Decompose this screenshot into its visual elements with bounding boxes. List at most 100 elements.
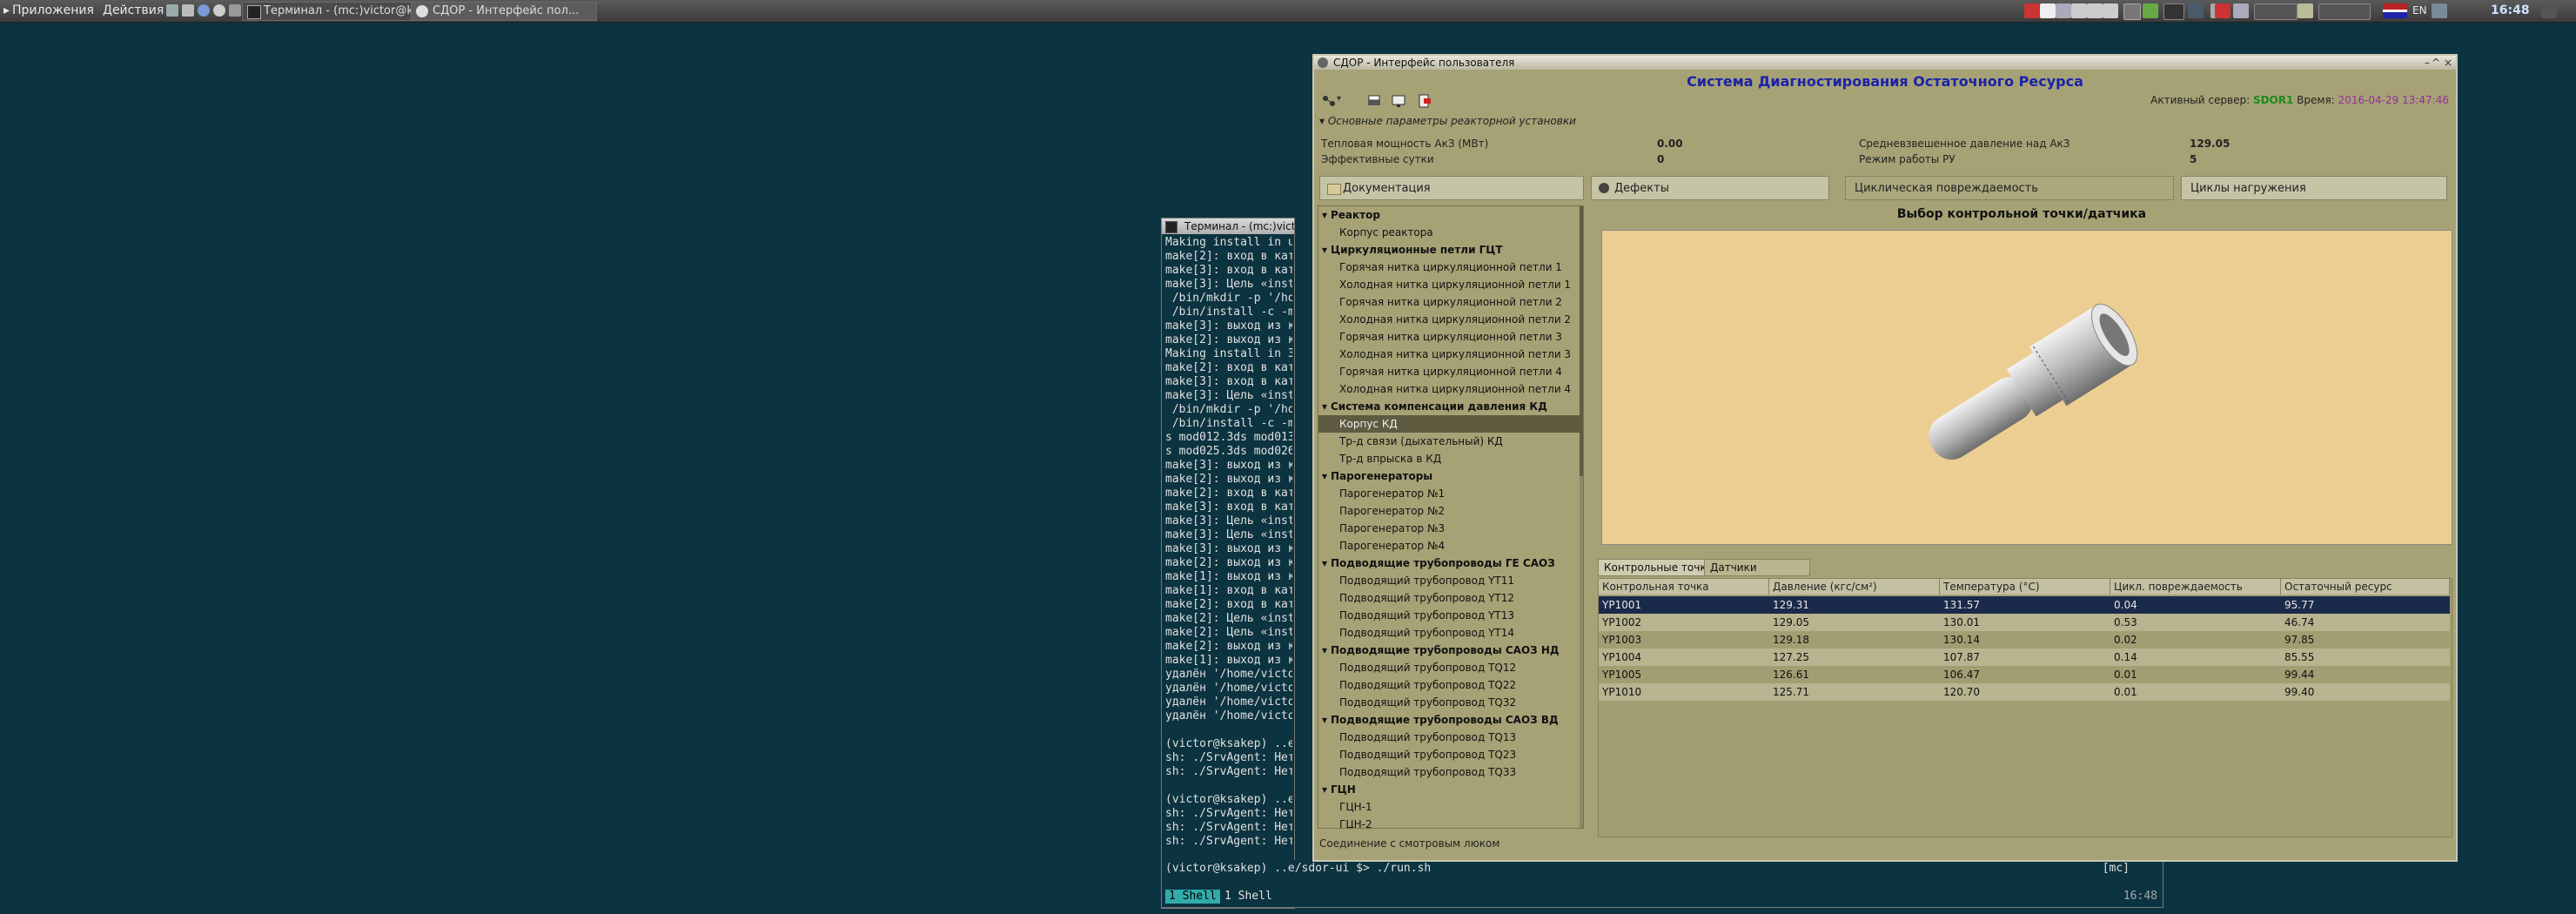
tree-item[interactable]: Холодная нитка циркуляционной петли 3 [1318, 346, 1580, 363]
tree-item[interactable]: ГЦН-1 [1318, 798, 1580, 816]
tray-net-icon[interactable] [2056, 3, 2071, 18]
col-header[interactable]: Температура (°С) [1940, 579, 2110, 595]
tree-item[interactable]: Горячая нитка циркуляционной петли 1 [1318, 259, 1580, 276]
tree-item[interactable]: Парогенератор №3 [1318, 520, 1580, 537]
tree-item[interactable]: Подводящий трубопровод YT11 [1318, 572, 1580, 589]
monitor-icon[interactable] [1391, 94, 1406, 108]
launcher-search-icon[interactable] [229, 4, 241, 17]
tree-item[interactable]: Подводящий трубопровод TQ33 [1318, 763, 1580, 781]
tree-group[interactable]: Подводящие трубопроводы САОЗ НД [1318, 642, 1580, 659]
tree-item[interactable]: Холодная нитка циркуляционной петли 1 [1318, 276, 1580, 293]
reactor-params-section[interactable]: ▾ Основные параметры реакторной установк… [1319, 115, 1576, 127]
tray-window-icon[interactable] [2123, 3, 2141, 20]
tray-disk-icon[interactable] [2071, 3, 2087, 18]
tray-clipboard-icon[interactable] [2103, 3, 2118, 18]
tree-item[interactable]: Подводящий трубопровод TQ23 [1318, 746, 1580, 763]
tab-defects[interactable]: Дефекты [1591, 176, 1829, 200]
subtab-sensors[interactable]: Датчики [1704, 559, 1810, 576]
tray-settings-icon[interactable] [2188, 3, 2204, 18]
tray-user-icon[interactable] [2432, 3, 2447, 18]
col-header[interactable]: Контрольная точка [1599, 579, 1769, 595]
exit-icon[interactable] [1417, 94, 1432, 108]
tray-leaf-icon[interactable] [2143, 3, 2158, 18]
keyboard-layout[interactable]: EN [2412, 4, 2427, 17]
table-row[interactable]: YP1005 126.61 106.47 0.01 99.44 [1599, 666, 2450, 683]
tree-item[interactable]: Корпус реактора [1318, 224, 1580, 241]
tree-item[interactable]: Горячая нитка циркуляционной петли 4 [1318, 363, 1580, 380]
tree-item[interactable]: Подводящий трубопровод TQ32 [1318, 694, 1580, 711]
tray-edit-icon[interactable] [2233, 3, 2249, 18]
tray-notes-icon[interactable] [2298, 3, 2313, 18]
table-row[interactable]: YP1003 129.18 130.14 0.02 97.85 [1599, 631, 2450, 649]
tray-printer-icon[interactable] [2087, 3, 2103, 18]
tray-doc-icon[interactable] [2040, 3, 2056, 18]
tray-sound-icon[interactable] [2254, 3, 2298, 20]
launcher-settings-icon[interactable] [213, 4, 225, 17]
3d-viewer[interactable] [1601, 230, 2452, 545]
tree-item[interactable]: Парогенератор №4 [1318, 537, 1580, 554]
task-terminal[interactable]: Терминал - (mc:)victor@k... [242, 2, 428, 21]
table-row[interactable]: YP1002 129.05 130.01 0.53 46.74 [1599, 614, 2450, 631]
tree-item[interactable]: Горячая нитка циркуляционной петли 2 [1318, 293, 1580, 311]
tree-item[interactable]: Тр-д впрыска в КД [1318, 450, 1580, 467]
tree-item[interactable]: Парогенератор №1 [1318, 485, 1580, 502]
tree-scroll-thumb[interactable] [1580, 206, 1583, 476]
tree-group[interactable]: Циркуляционные петли ГЦТ [1318, 241, 1580, 259]
maximize-icon[interactable]: ^ [2432, 56, 2440, 70]
tree-item[interactable]: Подводящий трубопровод TQ22 [1318, 676, 1580, 694]
col-header[interactable]: Остаточный ресурс [2281, 579, 2450, 595]
tab-load-cycles[interactable]: Циклы нагружения [2181, 176, 2447, 200]
tree-group[interactable]: Подводящие трубопроводы САОЗ ВД [1318, 711, 1580, 729]
tree-group[interactable]: Подводящие трубопроводы ГЕ САОЗ [1318, 554, 1580, 572]
launcher-terminal-icon[interactable] [166, 4, 178, 17]
tree-item[interactable]: Парогенератор №2 [1318, 502, 1580, 520]
menu-arrow-icon[interactable]: ▸ [3, 3, 10, 17]
actions-menu[interactable]: Действия [103, 3, 164, 17]
apps-menu[interactable]: Приложения [12, 3, 94, 17]
tree-item[interactable]: Корпус КД [1318, 415, 1580, 433]
tree-item[interactable]: Горячая нитка циркуляционной петли 3 [1318, 328, 1580, 346]
terminal-prompt[interactable]: (victor@ksakep) ..e/sdor-ui $> ./run.sh [1165, 862, 1431, 875]
col-header[interactable]: Цикл. повреждаемость [2110, 579, 2281, 595]
launcher-files-icon[interactable] [182, 4, 194, 17]
tray-app-icon[interactable] [2024, 3, 2040, 18]
subtab-control-points[interactable]: Контрольные точки [1598, 559, 1720, 576]
tree-group[interactable]: Система компенсации давления КД [1318, 398, 1580, 415]
tree-item[interactable]: Подводящий трубопровод YT14 [1318, 624, 1580, 642]
tab-cyclic-damage[interactable]: Циклическая повреждаемость [1845, 176, 2174, 200]
minimize-icon[interactable]: – [2425, 56, 2430, 70]
tree-group[interactable]: ГЦН [1318, 781, 1580, 798]
flag-us-icon[interactable] [2383, 3, 2407, 18]
tray-power-icon[interactable] [2541, 3, 2557, 18]
tree-item[interactable]: Подводящий трубопровод TQ13 [1318, 729, 1580, 746]
network-icon[interactable] [1321, 94, 1337, 108]
tree-item[interactable]: ГЦН-2 [1318, 816, 1580, 828]
chevron-down-icon[interactable]: ▾ [1337, 94, 1352, 108]
close-icon[interactable]: × [2444, 56, 2452, 70]
tray-d-icon[interactable] [2215, 3, 2231, 18]
tree-item[interactable]: Подводящий трубопровод YT12 [1318, 589, 1580, 607]
tab-documentation[interactable]: Документация [1319, 176, 1584, 200]
terminal-titlebar[interactable]: Терминал - (mc:)victor@ [1162, 218, 1294, 234]
tree-item[interactable]: Подводящий трубопровод TQ12 [1318, 659, 1580, 676]
tree-item[interactable]: Холодная нитка циркуляционной петли 2 [1318, 311, 1580, 328]
print-icon[interactable] [1366, 94, 1382, 108]
shell-tab[interactable]: 1 Shell [1224, 890, 1272, 903]
tree-group[interactable]: Парогенераторы [1318, 467, 1580, 485]
tray-meter-icon[interactable] [2318, 3, 2371, 20]
col-header[interactable]: Давление (кгс/см²) [1769, 579, 1940, 595]
table-row[interactable]: YP1001 129.31 131.57 0.04 95.77 [1599, 596, 2450, 614]
tree-scrollbar[interactable] [1580, 206, 1583, 828]
tree-item[interactable]: Тр-д связи (дыхательный) КД [1318, 433, 1580, 450]
table-row[interactable]: YP1010 125.71 120.70 0.01 99.40 [1599, 683, 2450, 701]
equipment-tree[interactable]: РеакторКорпус реактораЦиркуляционные пет… [1318, 205, 1584, 829]
tray-monitor-icon[interactable] [2163, 3, 2184, 20]
table-row[interactable]: YP1004 127.25 107.87 0.14 85.55 [1599, 649, 2450, 666]
terminal-output[interactable]: Making install in uimake[2]: вход в ката… [1165, 236, 1292, 849]
clock[interactable]: 16:48 [2491, 3, 2530, 17]
shell-tab-active[interactable]: 1 Shell [1165, 890, 1220, 904]
tree-group[interactable]: Реактор [1318, 206, 1580, 224]
app-titlebar[interactable]: СДОР - Интерфейс пользователя – ^ × [1314, 56, 2456, 70]
tree-item[interactable]: Подводящий трубопровод YT13 [1318, 607, 1580, 624]
launcher-browser-icon[interactable] [198, 4, 210, 17]
